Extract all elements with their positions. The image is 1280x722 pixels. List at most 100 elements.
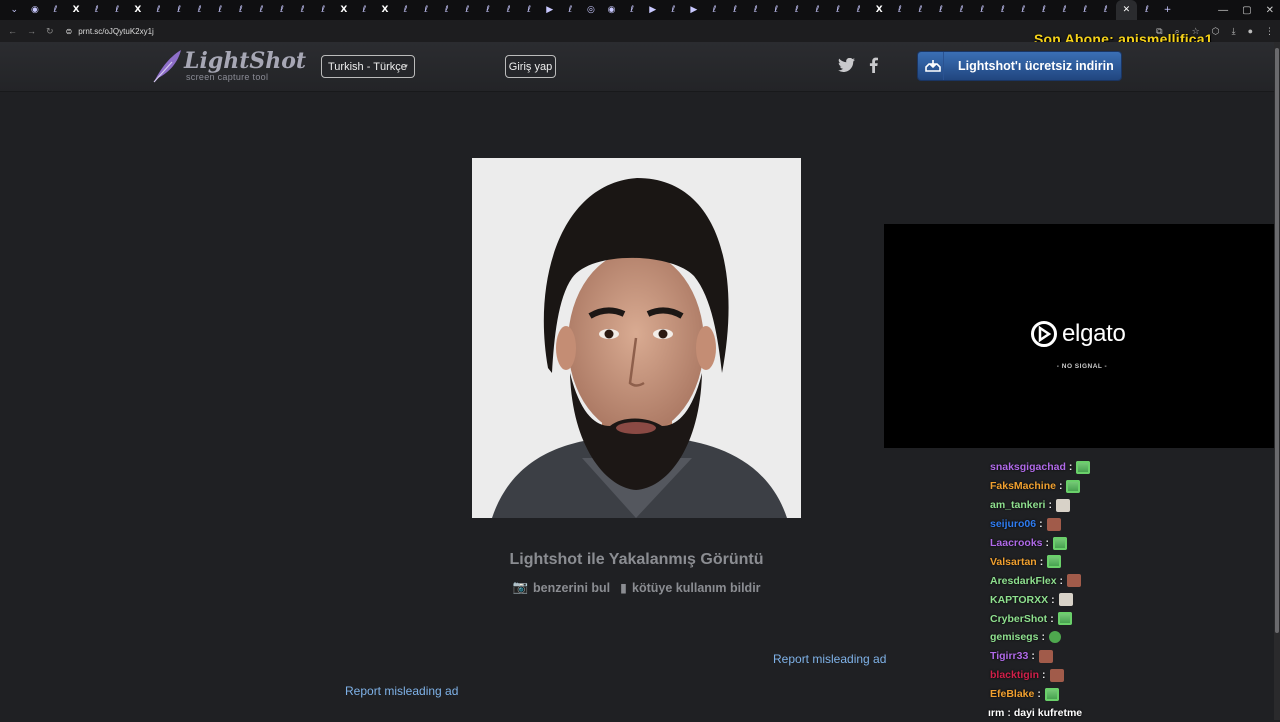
menu-icon[interactable]: ⋮: [1265, 26, 1274, 37]
chat-username[interactable]: gemisegs: [990, 631, 1038, 643]
browser-tab[interactable]: ℓ: [210, 0, 231, 20]
browser-tab[interactable]: X: [128, 0, 149, 20]
browser-tab[interactable]: ℓ: [1054, 0, 1075, 20]
close-window-icon[interactable]: ✕: [1266, 5, 1274, 16]
browser-tab[interactable]: ℓ: [848, 0, 869, 20]
browser-tab[interactable]: ▶: [684, 0, 705, 20]
browser-tab[interactable]: ℓ: [622, 0, 643, 20]
browser-tab[interactable]: ℓ: [910, 0, 931, 20]
browser-tab[interactable]: ℓ: [1013, 0, 1034, 20]
back-icon[interactable]: ←: [8, 26, 17, 37]
scrollbar-thumb[interactable]: [1275, 48, 1279, 633]
browser-tab[interactable]: ℓ: [148, 0, 169, 20]
browser-tab[interactable]: ℓ: [272, 0, 293, 20]
browser-tab[interactable]: ℓ: [498, 0, 519, 20]
site-info-icon[interactable]: ⊜: [66, 27, 73, 36]
browser-tab[interactable]: ℓ: [663, 0, 684, 20]
browser-tab[interactable]: ℓ: [1034, 0, 1055, 20]
new-tab-button[interactable]: +: [1157, 0, 1178, 20]
browser-tab[interactable]: ℓ: [519, 0, 540, 20]
browser-tab[interactable]: ℓ: [1137, 0, 1158, 20]
browser-tab[interactable]: ℓ: [416, 0, 437, 20]
browser-tab[interactable]: ℓ: [478, 0, 499, 20]
browser-tab[interactable]: X: [334, 0, 355, 20]
browser-tab[interactable]: ℓ: [1075, 0, 1096, 20]
chat-username[interactable]: CryberShot: [990, 613, 1047, 625]
browser-tab[interactable]: ℓ: [251, 0, 272, 20]
reload-icon[interactable]: ↻: [46, 26, 54, 37]
captured-photo[interactable]: [472, 158, 801, 518]
find-similar-link[interactable]: 📷 benzerini bul: [512, 580, 610, 595]
browser-tab[interactable]: ℓ: [313, 0, 334, 20]
browser-tab[interactable]: ℓ: [395, 0, 416, 20]
report-abuse-link[interactable]: ▮ kötüye kullanım bildir: [620, 580, 760, 596]
chat-username[interactable]: Tigirr33: [990, 650, 1028, 662]
browser-tab[interactable]: ⌄: [4, 0, 25, 20]
browser-tab[interactable]: ℓ: [45, 0, 66, 20]
browser-tab[interactable]: ℓ: [457, 0, 478, 20]
download-lightshot-button[interactable]: Lightshot'ı ücretsiz indirin: [918, 52, 1121, 80]
browser-tab[interactable]: ℓ: [890, 0, 911, 20]
browser-tab[interactable]: ℓ: [436, 0, 457, 20]
chat-username[interactable]: KAPTORXX: [990, 594, 1048, 606]
chat-message: blacktigin:: [990, 666, 1190, 685]
browser-tab[interactable]: ℓ: [86, 0, 107, 20]
no-signal-text: - NO SIGNAL -: [1056, 363, 1108, 370]
report-ad-link[interactable]: Report misleading ad: [345, 684, 458, 698]
browser-tab[interactable]: ℓ: [787, 0, 808, 20]
browser-tab[interactable]: ▶: [642, 0, 663, 20]
browser-tab[interactable]: ℓ: [1095, 0, 1116, 20]
minimize-icon[interactable]: —: [1218, 5, 1228, 16]
language-select[interactable]: Turkish - Türkçe ▼: [321, 55, 415, 78]
download-icon[interactable]: ⤓: [1232, 26, 1236, 37]
browser-tab[interactable]: ℓ: [951, 0, 972, 20]
chat-username[interactable]: blacktigin: [990, 669, 1039, 681]
browser-tab[interactable]: X: [66, 0, 87, 20]
browser-tab[interactable]: ▶: [539, 0, 560, 20]
browser-tab[interactable]: ℓ: [807, 0, 828, 20]
maximize-icon[interactable]: ▢: [1242, 5, 1251, 16]
browser-tab[interactable]: ℓ: [292, 0, 313, 20]
chat-separator: :: [1039, 555, 1044, 568]
browser-tab[interactable]: X: [375, 0, 396, 20]
browser-tab[interactable]: ℓ: [169, 0, 190, 20]
browser-tab[interactable]: ℓ: [704, 0, 725, 20]
chat-username[interactable]: snaksgigachad: [990, 461, 1066, 473]
browser-tab[interactable]: ℓ: [107, 0, 128, 20]
chat-username[interactable]: seijuro06: [990, 518, 1036, 530]
browser-tab[interactable]: ℓ: [931, 0, 952, 20]
chat-username[interactable]: EfeBlake: [990, 688, 1034, 700]
report-ad-link[interactable]: Report misleading ad: [773, 652, 886, 666]
forward-icon[interactable]: →: [27, 26, 36, 37]
chat-username[interactable]: am_tankeri: [990, 499, 1045, 511]
browser-tab[interactable]: ◎: [581, 0, 602, 20]
browser-tab[interactable]: X: [869, 0, 890, 20]
chat-separator: :: [1041, 631, 1045, 644]
page-scrollbar[interactable]: [1274, 42, 1280, 720]
browser-tab[interactable]: ℓ: [725, 0, 746, 20]
browser-tab[interactable]: ℓ: [993, 0, 1014, 20]
browser-tab[interactable]: ℓ: [766, 0, 787, 20]
facebook-icon[interactable]: [869, 57, 878, 73]
chat-username[interactable]: Laacrooks: [990, 537, 1043, 549]
browser-tab[interactable]: ℓ: [745, 0, 766, 20]
browser-tab[interactable]: ◉: [25, 0, 46, 20]
browser-tab[interactable]: ℓ: [354, 0, 375, 20]
lightshot-logo[interactable]: LightShot screen capture tool: [150, 48, 306, 84]
chat-username[interactable]: AresdarkFlex: [990, 575, 1057, 587]
chat-username[interactable]: ırm: [988, 707, 1004, 719]
profile-avatar[interactable]: ●: [1248, 26, 1253, 37]
chat-username[interactable]: Valsartan: [990, 556, 1037, 568]
browser-tab[interactable]: ℓ: [560, 0, 581, 20]
browser-tab[interactable]: ℓ: [972, 0, 993, 20]
url-field[interactable]: ⊜ prnt.sc/oJQytuK2xy1j: [66, 27, 154, 36]
chat-username[interactable]: FaksMachine: [990, 480, 1056, 492]
chat-message: Laacrooks:: [990, 534, 1190, 553]
browser-tab[interactable]: ℓ: [189, 0, 210, 20]
close-tab-icon[interactable]: ✕: [1116, 0, 1137, 20]
login-button[interactable]: Giriş yap: [505, 55, 556, 78]
browser-tab[interactable]: ℓ: [828, 0, 849, 20]
twitter-icon[interactable]: [838, 58, 855, 72]
browser-tab[interactable]: ℓ: [231, 0, 252, 20]
browser-tab[interactable]: ◉: [601, 0, 622, 20]
